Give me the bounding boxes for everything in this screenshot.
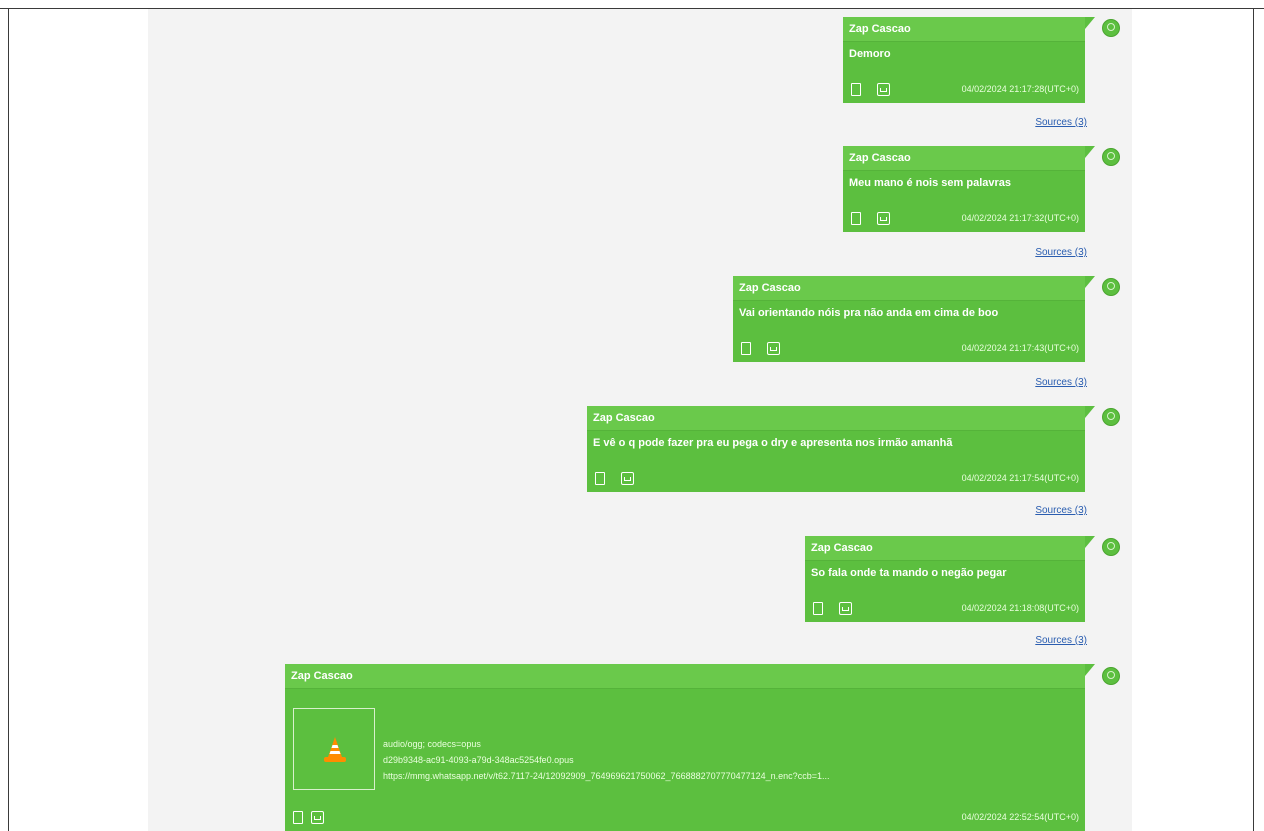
attachment-mime: audio/ogg; codecs=opus bbox=[383, 739, 481, 749]
attachment-details: audio/ogg; codecs=opus d29b9348-ac91-409… bbox=[383, 736, 1075, 784]
sender-name: Zap Cascao bbox=[733, 276, 1085, 301]
sources-link[interactable]: Sources (3) bbox=[985, 635, 1087, 646]
sender-name: Zap Cascao bbox=[805, 536, 1085, 561]
sender-name: Zap Cascao bbox=[285, 664, 1085, 689]
avatar-icon bbox=[1102, 408, 1120, 426]
message-footer: 04/02/2024 22:52:54(UTC+0) bbox=[291, 811, 1079, 827]
timestamp: 04/02/2024 21:18:08(UTC+0) bbox=[961, 603, 1079, 613]
avatar-icon bbox=[1102, 19, 1120, 37]
phone-icon bbox=[813, 602, 823, 615]
message-status-icon bbox=[767, 342, 780, 355]
message-status-icon bbox=[877, 83, 890, 96]
phone-icon bbox=[595, 472, 605, 485]
timestamp: 04/02/2024 21:17:43(UTC+0) bbox=[961, 343, 1079, 353]
attachment-url[interactable]: https://mmg.whatsapp.net/v/t62.7117-24/1… bbox=[383, 768, 1075, 784]
message-status-icon bbox=[877, 212, 890, 225]
message-footer: 04/02/2024 21:17:28(UTC+0) bbox=[849, 83, 1079, 99]
avatar-icon bbox=[1102, 278, 1120, 296]
sender-name: Zap Cascao bbox=[587, 406, 1085, 431]
message-bubble: Zap Cascao Demoro 04/02/2024 21:17:28(UT… bbox=[843, 17, 1095, 103]
phone-icon bbox=[851, 212, 861, 225]
sender-name: Zap Cascao bbox=[843, 146, 1085, 171]
phone-icon bbox=[851, 83, 861, 96]
phone-icon bbox=[293, 811, 303, 824]
message-text: Demoro bbox=[849, 48, 891, 60]
avatar-icon bbox=[1102, 148, 1120, 166]
message-bubble: Zap Cascao E vê o q pode fazer pra eu pe… bbox=[587, 406, 1095, 492]
message-footer: 04/02/2024 21:18:08(UTC+0) bbox=[811, 602, 1079, 618]
sources-link[interactable]: Sources (3) bbox=[985, 377, 1087, 388]
message-bubble-attachment: Zap Cascao audio/ogg; codecs=opus d29b93… bbox=[285, 664, 1095, 831]
timestamp: 04/02/2024 21:17:32(UTC+0) bbox=[961, 213, 1079, 223]
vlc-cone-icon bbox=[324, 737, 346, 762]
message-status-icon bbox=[839, 602, 852, 615]
avatar-icon bbox=[1102, 538, 1120, 556]
frame-right-border bbox=[1253, 8, 1254, 831]
timestamp: 04/02/2024 21:17:54(UTC+0) bbox=[961, 473, 1079, 483]
frame-left-border bbox=[8, 8, 9, 831]
message-text: Vai orientando nóis pra não anda em cima… bbox=[739, 307, 999, 319]
message-bubble: Zap Cascao Vai orientando nóis pra não a… bbox=[733, 276, 1095, 362]
sources-link[interactable]: Sources (3) bbox=[985, 247, 1087, 258]
message-status-icon bbox=[311, 811, 324, 824]
timestamp: 04/02/2024 21:17:28(UTC+0) bbox=[961, 84, 1079, 94]
message-bubble: Zap Cascao Meu mano é nois sem palavras … bbox=[843, 146, 1095, 232]
media-thumbnail[interactable] bbox=[293, 708, 375, 790]
message-status-icon bbox=[621, 472, 634, 485]
timestamp: 04/02/2024 22:52:54(UTC+0) bbox=[961, 812, 1079, 822]
message-footer: 04/02/2024 21:17:43(UTC+0) bbox=[739, 342, 1079, 358]
message-bubble: Zap Cascao So fala onde ta mando o negão… bbox=[805, 536, 1095, 622]
message-text: So fala onde ta mando o negão pegar bbox=[811, 567, 1007, 579]
message-footer: 04/02/2024 21:17:54(UTC+0) bbox=[593, 472, 1079, 488]
message-text: E vê o q pode fazer pra eu pega o dry e … bbox=[593, 437, 953, 449]
attachment-filename: d29b9348-ac91-4093-a79d-348ac5254fe0.opu… bbox=[383, 755, 574, 765]
sources-link[interactable]: Sources (3) bbox=[985, 505, 1087, 516]
sources-link[interactable]: Sources (3) bbox=[985, 117, 1087, 128]
message-text: Meu mano é nois sem palavras bbox=[849, 177, 1012, 189]
phone-icon bbox=[741, 342, 751, 355]
avatar-icon bbox=[1102, 667, 1120, 685]
message-footer: 04/02/2024 21:17:32(UTC+0) bbox=[849, 212, 1079, 228]
sender-name: Zap Cascao bbox=[843, 17, 1085, 42]
